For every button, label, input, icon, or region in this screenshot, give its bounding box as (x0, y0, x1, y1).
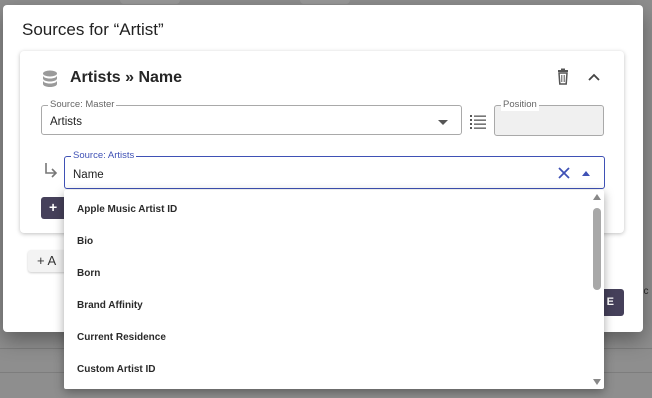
dropdown-option[interactable]: Born (64, 254, 604, 286)
database-icon (43, 70, 57, 87)
dropdown-option[interactable]: Custom Artist ID (64, 350, 604, 382)
source-master-value: Artists (50, 116, 82, 128)
position-field[interactable]: Position (494, 99, 604, 136)
dropdown-option[interactable]: Brand Affinity (64, 286, 604, 318)
add-source-button[interactable]: + A (28, 250, 68, 272)
scroll-up-icon[interactable] (593, 194, 601, 200)
source-artists-value: Name (73, 169, 104, 181)
dialog-title: Sources for “Artist” (22, 20, 164, 39)
background-pill (300, 0, 350, 4)
card-title: Artists » Name (70, 69, 183, 86)
dropdown-option[interactable]: Current Residence (64, 318, 604, 350)
scroll-down-icon[interactable] (593, 379, 601, 385)
dropdown-option[interactable]: Bio (64, 222, 604, 254)
background-pill (120, 0, 180, 4)
dropdown-scrollbar[interactable] (593, 192, 602, 387)
trash-icon[interactable] (555, 68, 571, 86)
caret-down-icon[interactable] (438, 120, 448, 125)
position-legend: Position (501, 99, 539, 111)
list-order-icon[interactable] (470, 114, 486, 130)
source-master-legend: Source: Master (48, 99, 117, 111)
source-artists-dropdown: Apple Music Artist ID Bio Born Brand Aff… (64, 190, 604, 389)
dropdown-option[interactable]: Apple Music Artist ID (64, 190, 604, 222)
subdirectory-arrow-icon (45, 163, 58, 178)
clear-icon[interactable] (557, 166, 571, 180)
caret-up-icon[interactable] (582, 171, 590, 176)
source-artists-legend: Source: Artists (71, 150, 137, 162)
source-master-select[interactable]: Source: Master Artists (41, 99, 462, 135)
chevron-up-icon[interactable] (586, 68, 602, 86)
scrollbar-thumb[interactable] (593, 208, 601, 290)
source-artists-select[interactable]: Source: Artists Name (64, 150, 605, 189)
